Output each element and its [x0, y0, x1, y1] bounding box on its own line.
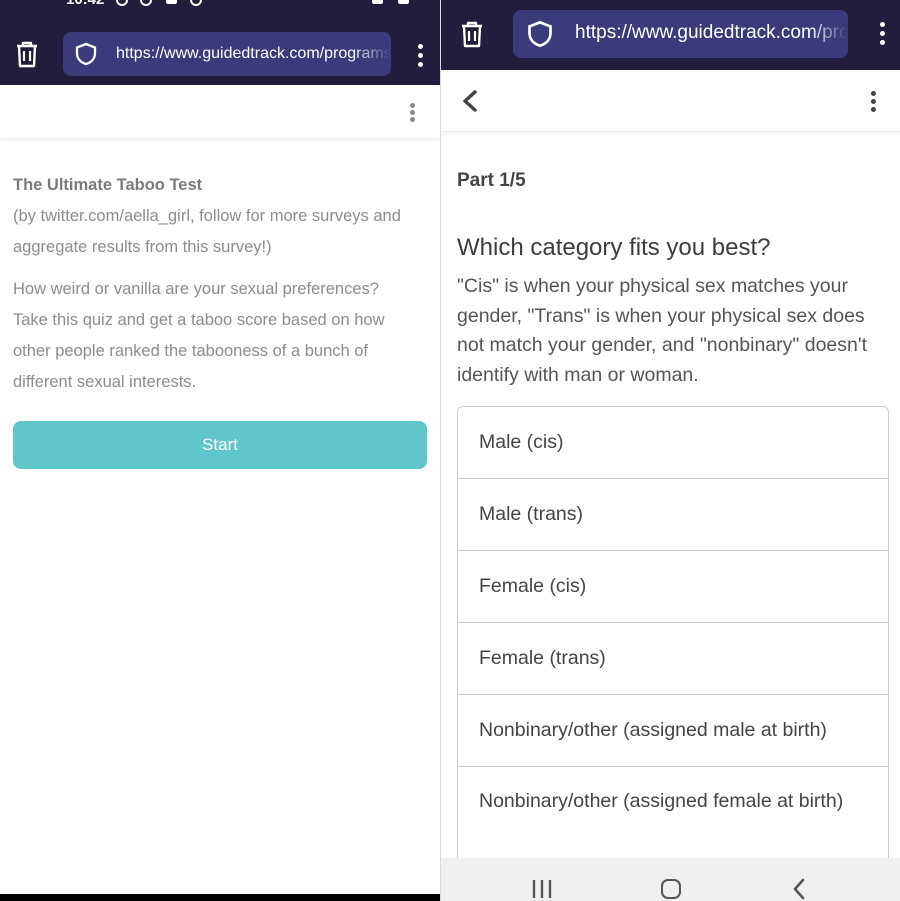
status-notification-icon — [166, 0, 177, 4]
nav-back-icon[interactable] — [791, 878, 807, 900]
kebab-menu-icon[interactable] — [408, 103, 416, 124]
survey-title: The Ultimate Taboo Test — [13, 176, 203, 194]
survey-description: How weird or vanilla are your sexual pre… — [13, 280, 385, 391]
browser-toolbar: https://www.guidedtrack.com/programs — [441, 0, 900, 70]
option-nonbinary-amab[interactable]: Nonbinary/other (assigned male at birth) — [458, 695, 888, 767]
browser-menu-icon[interactable] — [878, 22, 886, 49]
part-label: Part 1/5 — [457, 170, 526, 191]
bottom-strip — [0, 894, 440, 901]
status-time: 10:42 — [66, 0, 104, 8]
question-title: Which category fits you best? — [457, 234, 771, 261]
left-screenshot: 10:42 https://www.guidedtrack.com/progra… — [0, 0, 440, 901]
url-text[interactable]: https://www.guidedtrack.com/programs — [116, 45, 391, 63]
shield-icon[interactable] — [527, 20, 553, 48]
back-chevron-icon[interactable] — [461, 90, 479, 112]
survey-credit: (by twitter.com/aella_girl, follow for m… — [13, 207, 401, 256]
nav-recents-icon[interactable] — [531, 880, 553, 898]
question-description: "Cis" is when your physical sex matches … — [457, 275, 868, 386]
browser-toolbar: 10:42 https://www.guidedtrack.com/progra… — [0, 0, 440, 85]
right-screenshot: https://www.guidedtrack.com/programs Par… — [441, 0, 900, 901]
nav-home-icon[interactable] — [661, 879, 681, 899]
option-female-cis[interactable]: Female (cis) — [458, 551, 888, 623]
battery-icon — [398, 0, 409, 4]
status-notification-icon — [140, 0, 152, 6]
url-bar[interactable]: https://www.guidedtrack.com/programs — [63, 32, 391, 76]
app-header — [0, 85, 440, 139]
signal-icon — [372, 0, 383, 4]
option-nonbinary-afab[interactable]: Nonbinary/other (assigned female at birt… — [458, 767, 888, 859]
intro-section: The Ultimate Taboo Test (by twitter.com/… — [13, 170, 413, 398]
start-button[interactable]: Start — [13, 421, 427, 469]
option-male-trans[interactable]: Male (trans) — [458, 479, 888, 551]
status-notification-icon — [116, 0, 128, 6]
trash-icon[interactable] — [14, 40, 40, 68]
trash-icon[interactable] — [459, 20, 485, 48]
kebab-menu-icon[interactable] — [869, 91, 877, 115]
browser-menu-icon[interactable] — [416, 44, 424, 71]
app-header — [441, 70, 900, 132]
shield-icon[interactable] — [75, 42, 97, 66]
url-fade — [351, 32, 391, 76]
status-bar: 10:42 — [0, 0, 440, 16]
url-fade — [808, 10, 848, 58]
system-nav-bar — [441, 858, 900, 901]
url-bar[interactable]: https://www.guidedtrack.com/programs — [513, 10, 848, 58]
status-notification-icon — [190, 0, 202, 6]
option-female-trans[interactable]: Female (trans) — [458, 623, 888, 695]
option-male-cis[interactable]: Male (cis) — [458, 407, 888, 479]
answer-options: Male (cis) Male (trans) Female (cis) Fem… — [457, 406, 889, 859]
